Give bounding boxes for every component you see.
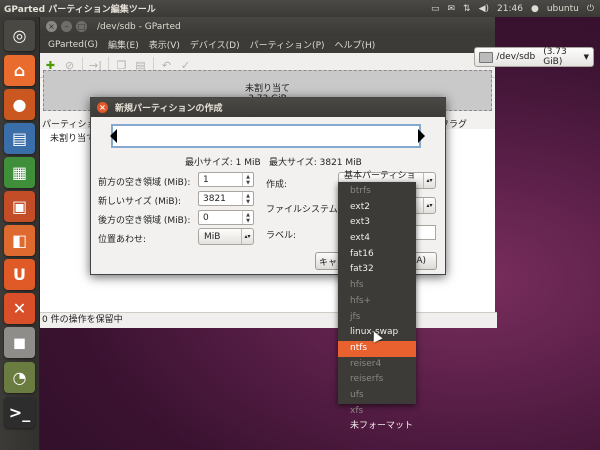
calc-icon[interactable]: ▦ [4,157,35,188]
min-size: 最小サイズ: 1 MiB [185,158,261,168]
ubuntu-one-icon[interactable]: U [4,259,35,290]
window-titlebar: × – □ /dev/sdb - GParted [40,17,495,36]
free-before-value[interactable]: 1 [199,175,242,185]
chevron-down-icon: ▼ [583,53,589,61]
menu-item-ext2[interactable]: ext2 [338,200,416,216]
menu-item-ntfs[interactable]: ntfs [338,340,416,357]
device-size: (3.73 GiB) [543,47,567,67]
writer-icon[interactable]: ▤ [4,123,35,154]
indicators: ▭ ✉ ⇅ ◀) 21:46 ● ubuntu ⏻ [431,4,600,14]
menu-gparted[interactable]: GParted(G) [43,40,103,50]
add-button-label: A) [416,256,426,266]
new-size-value[interactable]: 3821 [199,194,242,204]
menu-item-btrfs: btrfs [350,186,371,196]
dash-icon[interactable]: ◎ [4,20,35,51]
clock[interactable]: 21:46 [497,4,523,14]
menu-item-hfs: hfs [350,280,364,291]
user-name[interactable]: ubuntu [547,4,579,14]
disk-utility-icon[interactable]: ◼ [4,327,35,358]
chevron-updown-icon: ▴▾ [423,173,435,188]
menu-item-hfsplus: hfs+ [350,295,372,306]
resize-handle-left-icon[interactable] [110,129,117,143]
impress-icon[interactable]: ▣ [4,191,35,222]
unallocated-label: 未割り当て [244,84,290,94]
menu-item-xfs: xfs [350,405,364,416]
network-icon[interactable]: ⇅ [463,4,471,14]
settings-icon[interactable]: ✕ [4,293,35,324]
menu-item-unformatted[interactable]: 未フォーマット [338,419,416,435]
user-icon[interactable]: ● [531,4,539,14]
mail-icon[interactable]: ✉ [447,4,455,14]
free-after-spin[interactable]: 0 ▲ ▼ [198,210,254,225]
spin-arrows-icon[interactable]: ▲ ▼ [242,173,253,186]
window-maximize-icon[interactable]: □ [76,21,87,32]
free-before-label: 前方の空き領域 (MiB): [98,178,191,188]
menu-item-ext3[interactable]: ext3 [338,215,416,231]
firefox-icon[interactable]: ● [4,89,35,120]
spin-arrows-icon[interactable]: ▲ ▼ [242,192,253,205]
launcher: ◎ ⌂ ● ▤ ▦ ▣ ◧ U ✕ ◼ ◔ >_ [0,17,40,450]
device-name: /dev/sdb [496,52,536,62]
dialog-titlebar: × 新規パーティションの作成 [91,98,445,117]
home-folder-icon[interactable]: ⌂ [4,55,35,86]
menubar: GParted(G) 編集(E) 表示(V) デバイス(D) パーティション(P… [40,36,495,53]
new-size-label: 新しいサイズ (MiB): [98,197,182,207]
dialog-title: 新規パーティションの作成 [115,104,223,114]
chevron-updown-icon: ▴▾ [423,198,435,213]
align-value: MiB [204,231,221,242]
menu-item-fat16[interactable]: fat16 [338,247,416,263]
max-size: 最大サイズ: 3821 MiB [269,158,362,168]
menu-item-fat32[interactable]: fat32 [338,262,416,278]
menu-item-ext4[interactable]: ext4 [338,231,416,247]
filesystem-label: ファイルシステム: [266,205,341,215]
table-row[interactable]: 未割り当て [50,131,95,144]
align-combo[interactable]: MiB ▴▾ [198,228,254,245]
new-size-spin[interactable]: 3821 ▲ ▼ [198,191,254,206]
menu-item-reiser4: reiser4 [350,358,382,369]
window-close-icon[interactable]: × [46,21,57,32]
status-bar: 0 件の操作を保留中 [40,312,497,328]
menu-partition[interactable]: パーティション(P) [245,38,330,51]
menu-item-ufs: ufs [350,389,364,400]
window-title: /dev/sdb - GParted [97,21,181,32]
window-minimize-icon[interactable]: – [61,21,72,32]
volume-icon[interactable]: ◀) [479,4,489,14]
app-title: GParted パーティション編集ツール [4,5,156,15]
free-after-value[interactable]: 0 [199,213,242,223]
menu-help[interactable]: ヘルプ(H) [330,38,381,51]
resize-handle-right-icon[interactable] [418,129,425,143]
top-panel: GParted パーティション編集ツール ▭ ✉ ⇅ ◀) 21:46 ● ub… [0,0,600,17]
gparted-icon[interactable]: ◔ [4,362,35,393]
spin-arrows-icon[interactable]: ▲ ▼ [242,211,253,224]
menu-edit[interactable]: 編集(E) [103,38,144,51]
create-as-label: 作成: [266,180,288,190]
power-icon[interactable]: ⏻ [587,4,594,14]
free-after-label: 後方の空き領域 (MiB): [98,216,191,226]
menu-device[interactable]: デバイス(D) [185,38,245,51]
software-center-icon[interactable]: ◧ [4,225,35,256]
terminal-icon[interactable]: >_ [4,397,35,428]
align-label: 位置あわせ: [98,235,147,245]
label-label: ラベル: [266,231,297,241]
menu-view[interactable]: 表示(V) [144,38,185,51]
device-selector[interactable]: /dev/sdb (3.73 GiB) ▼ [474,47,594,67]
partition-resizer[interactable] [111,124,421,148]
menu-item-reiserfs: reiserfs [350,374,384,385]
keyboard-icon[interactable]: ▭ [431,4,440,14]
menu-item-jfs: jfs [350,311,361,322]
harddisk-icon [479,51,494,63]
chevron-updown-icon: ▴▾ [241,229,253,244]
dialog-close-icon[interactable]: × [97,102,108,113]
free-before-spin[interactable]: 1 ▲ ▼ [198,172,254,187]
filesystem-dropdown-menu: btrfs ext2 ext3 ext4 fat16 fat32 hfs hfs… [338,182,416,431]
